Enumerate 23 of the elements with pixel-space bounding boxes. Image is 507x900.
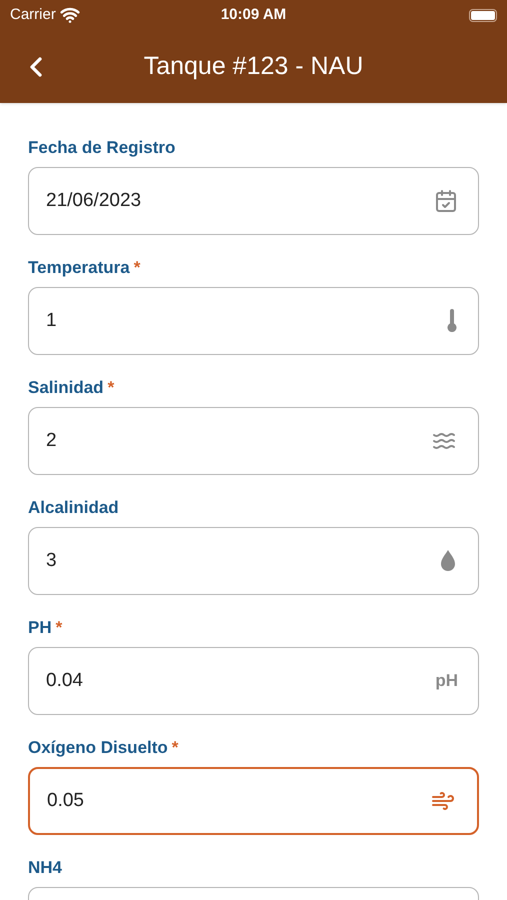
field-label: Fecha de Registro [28, 138, 176, 158]
clock: 10:09 AM [220, 4, 286, 25]
input-field[interactable]: 21/06/2023 [28, 167, 479, 235]
carrier-label: Carrier [10, 4, 56, 25]
field-label: PH * [28, 618, 64, 638]
input-field[interactable]: 0.04 pH [28, 647, 479, 715]
wind-icon [429, 789, 457, 813]
field-label: NH4 [28, 858, 64, 878]
drop-icon [438, 549, 458, 573]
calendar-icon[interactable] [434, 189, 458, 213]
field-label: Alcalinidad [28, 498, 120, 518]
thermometer-icon [446, 309, 458, 333]
field-label: Oxígeno Disuelto * [28, 738, 180, 758]
battery-icon [469, 8, 497, 22]
input-field[interactable]: 0.05 [28, 767, 479, 835]
field-label: Temperatura * [28, 258, 142, 278]
screen-title: Tanque #123 - NAU [144, 50, 364, 82]
input-field[interactable]: 2 [28, 407, 479, 475]
field-label: Salinidad * [28, 378, 116, 398]
wifi-icon [60, 5, 80, 25]
input-field[interactable]: 3 [28, 527, 479, 595]
input-field[interactable]: 1 [28, 287, 479, 355]
ph-icon: pH [435, 668, 458, 694]
